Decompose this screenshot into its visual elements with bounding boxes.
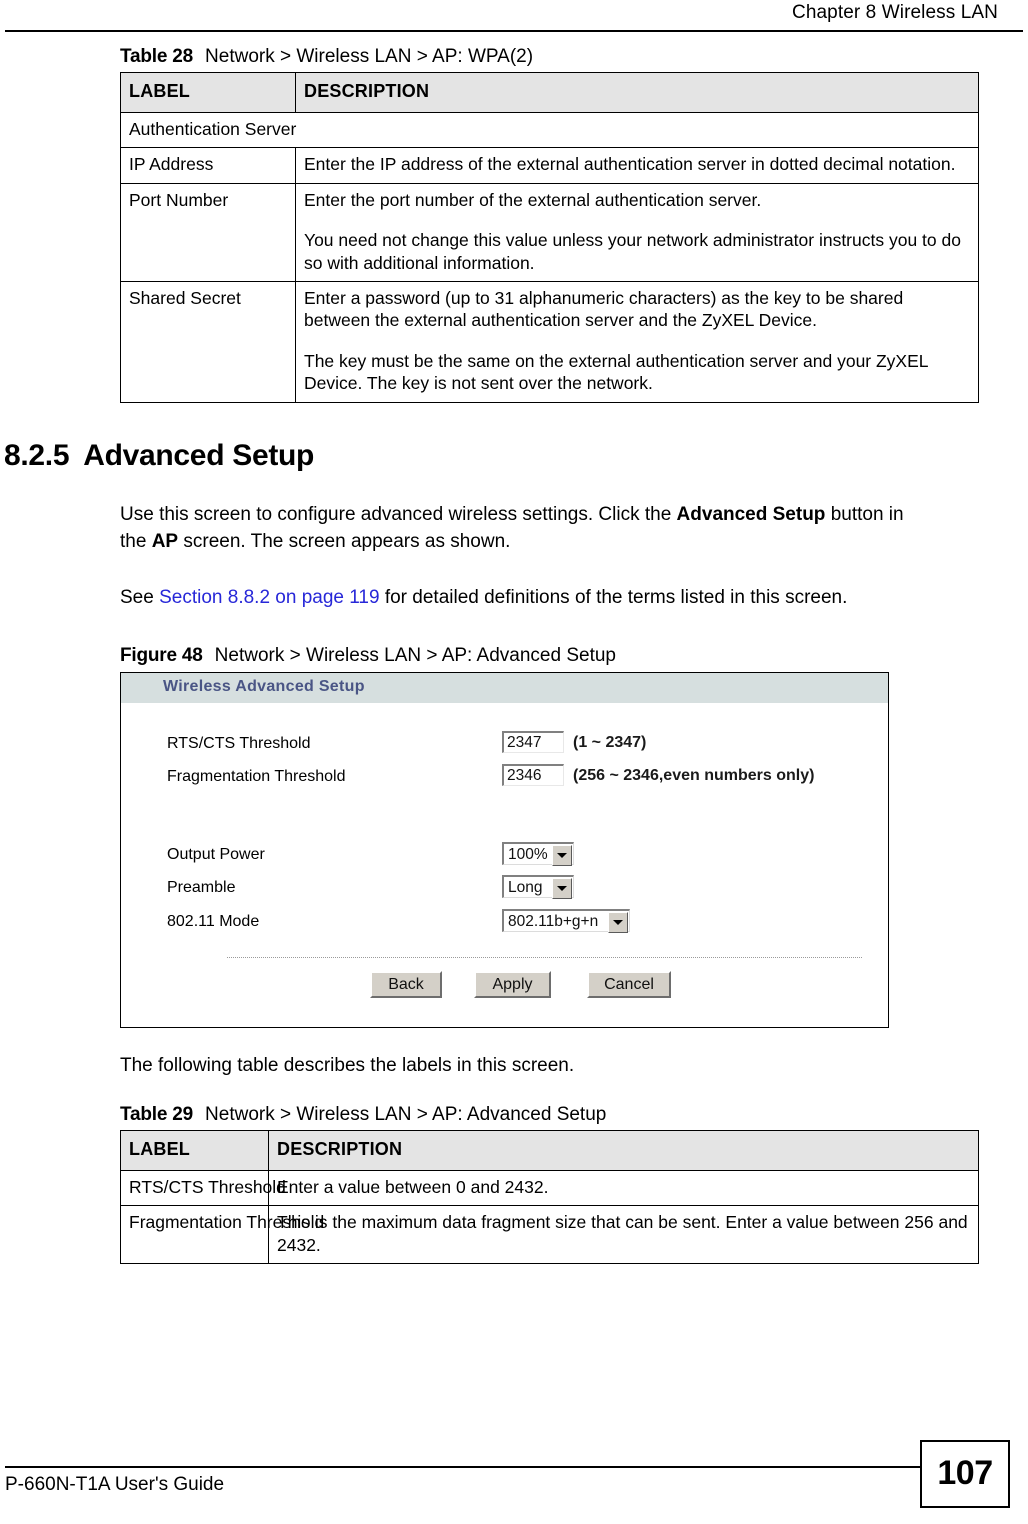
page-number: 107 bbox=[920, 1440, 1010, 1508]
preamble-select[interactable]: Long bbox=[502, 875, 574, 900]
table28-row1-label: Port Number bbox=[120, 182, 296, 282]
table28-col-description: DESCRIPTION bbox=[295, 71, 979, 114]
figure48-caption: Figure 48 Network > Wireless LAN > AP: Ad… bbox=[120, 645, 1028, 667]
table28-caption-number: Table 28 bbox=[120, 46, 194, 67]
rts-cts-threshold-range-hint: (1 ~ 2347) bbox=[573, 734, 647, 752]
panel-title: Wireless Advanced Setup bbox=[163, 678, 365, 696]
table-row: IP Address Enter the IP address of the e… bbox=[120, 147, 979, 184]
table28-row0-description: Enter the IP address of the external aut… bbox=[295, 147, 979, 184]
preamble-label: Preamble bbox=[167, 879, 236, 897]
table29-caption-text: Network > Wireless LAN > AP: Advanced Se… bbox=[205, 1103, 607, 1125]
section-heading: 8.2.5 Advanced Setup bbox=[0, 439, 1028, 473]
footer-rule bbox=[5, 1466, 930, 1468]
fragmentation-threshold-input[interactable]: 2346 bbox=[502, 764, 564, 787]
section-paragraph-2: See Section 8.8.2 on page 119 for detail… bbox=[120, 584, 920, 612]
preamble-value: Long bbox=[508, 879, 543, 897]
table28: LABEL DESCRIPTION Authentication Server … bbox=[120, 71, 979, 403]
paragraph-text: See bbox=[120, 586, 160, 608]
table29-row1-description: This is the maximum data fragment size t… bbox=[268, 1205, 979, 1264]
cross-reference-link[interactable]: Section 8.8.2 on page 119 bbox=[159, 587, 379, 608]
output-power-value: 100% bbox=[508, 846, 548, 864]
table28-caption-text: Network > Wireless LAN > AP: WPA(2) bbox=[205, 46, 534, 67]
table29-col-description: DESCRIPTION bbox=[268, 1129, 979, 1171]
chevron-down-icon[interactable] bbox=[608, 912, 628, 934]
table28-row0-label: IP Address bbox=[120, 147, 296, 184]
figure48-caption-number: Figure 48 bbox=[120, 645, 203, 667]
advanced-setup-bold: Advanced Setup bbox=[676, 503, 826, 525]
after-figure-paragraph: The following table describes the labels… bbox=[120, 1055, 575, 1077]
table28-row1-description: Enter the port number of the external au… bbox=[295, 182, 979, 282]
figure48-caption-text: Network > Wireless LAN > AP: Advanced Se… bbox=[214, 645, 616, 667]
fragmentation-threshold-range-hint: (256 ~ 2346,even numbers only) bbox=[573, 767, 815, 785]
output-power-select[interactable]: 100% bbox=[502, 842, 574, 867]
table29-row1-label: Fragmentation Threshold bbox=[120, 1205, 324, 1264]
section-paragraph-1: Use this screen to configure advanced wi… bbox=[120, 501, 920, 556]
table-row: Shared Secret Enter a password (up to 31… bbox=[120, 280, 979, 403]
figure48-screenshot: Wireless Advanced Setup RTS/CTS Threshol… bbox=[120, 672, 889, 1029]
table28-group-row: Authentication Server bbox=[120, 112, 979, 149]
apply-button[interactable]: Apply bbox=[474, 971, 551, 999]
table29-caption-number: Table 29 bbox=[120, 1103, 194, 1125]
table29: LABEL DESCRIPTION RTS/CTS Threshold Ente… bbox=[120, 1129, 979, 1264]
table29-row0-description: Enter a value between 0 and 2432. bbox=[268, 1169, 979, 1207]
table29-header-row: LABEL DESCRIPTION bbox=[120, 1129, 979, 1171]
table28-row2-label: Shared Secret bbox=[120, 280, 296, 403]
table28-row2-description: Enter a password (up to 31 alphanumeric … bbox=[295, 280, 979, 403]
button-bar-divider bbox=[227, 957, 862, 959]
page-header: Chapter 8 Wireless LAN bbox=[0, 0, 1028, 46]
paragraph: The key must be the same on the external… bbox=[304, 350, 928, 394]
paragraph-text: for detailed definitions of the terms li… bbox=[379, 586, 848, 608]
paragraph: Enter the IP address of the external aut… bbox=[304, 154, 956, 175]
dot11-mode-value: 802.11b+g+n bbox=[508, 913, 599, 931]
table29-col-label: LABEL bbox=[120, 1129, 269, 1171]
fragmentation-threshold-label: Fragmentation Threshold bbox=[167, 768, 346, 786]
chevron-down-icon[interactable] bbox=[552, 878, 572, 900]
table28-caption: Table 28 Network > Wireless LAN > AP: WPA… bbox=[120, 46, 1028, 68]
table28-header-row: LABEL DESCRIPTION bbox=[120, 71, 979, 114]
table-row: Port Number Enter the port number of the… bbox=[120, 182, 979, 282]
guide-name: P-660N-T1A User's Guide bbox=[5, 1474, 225, 1495]
table-row: Fragmentation Threshold This is the maxi… bbox=[120, 1205, 979, 1264]
paragraph: This is the maximum data fragment size t… bbox=[277, 1212, 968, 1255]
page-content: Table 28 Network > Wireless LAN > AP: WPA… bbox=[0, 46, 1028, 1264]
paragraph: Enter a password (up to 31 alphanumeric … bbox=[304, 287, 904, 331]
chevron-down-icon[interactable] bbox=[552, 845, 572, 867]
chapter-title: Chapter 8 Wireless LAN bbox=[792, 2, 998, 23]
cancel-button[interactable]: Cancel bbox=[587, 971, 671, 999]
dot11-mode-select[interactable]: 802.11b+g+n bbox=[502, 909, 630, 934]
table-row: RTS/CTS Threshold Enter a value between … bbox=[120, 1169, 979, 1207]
output-power-label: Output Power bbox=[167, 846, 265, 864]
page-footer: P-660N-T1A User's Guide 107 bbox=[0, 1428, 1028, 1524]
ap-bold: AP bbox=[151, 531, 179, 553]
header-rule bbox=[5, 30, 1023, 32]
table29-caption: Table 29 Network > Wireless LAN > AP: Adv… bbox=[120, 1104, 1028, 1126]
table-row: Authentication Server bbox=[120, 112, 979, 149]
wireless-advanced-setup-titlebar: Wireless Advanced Setup bbox=[121, 673, 888, 704]
paragraph: Enter the port number of the external au… bbox=[304, 189, 762, 210]
table29-row0-label: RTS/CTS Threshold bbox=[120, 1169, 286, 1207]
paragraph-text: Use this screen to configure advanced wi… bbox=[120, 503, 677, 525]
section-number: 8.2.5 bbox=[4, 438, 70, 472]
paragraph: Enter a value between 0 and 2432. bbox=[277, 1176, 549, 1197]
table28-col-label: LABEL bbox=[120, 71, 296, 114]
paragraph-text: screen. The screen appears as shown. bbox=[178, 531, 511, 553]
paragraph: You need not change this value unless yo… bbox=[304, 230, 961, 273]
section-title: Advanced Setup bbox=[83, 438, 315, 472]
rts-cts-threshold-input[interactable]: 2347 bbox=[502, 731, 564, 754]
back-button[interactable]: Back bbox=[370, 971, 442, 999]
rts-cts-threshold-label: RTS/CTS Threshold bbox=[167, 735, 311, 753]
dot11-mode-label: 802.11 Mode bbox=[167, 913, 260, 931]
